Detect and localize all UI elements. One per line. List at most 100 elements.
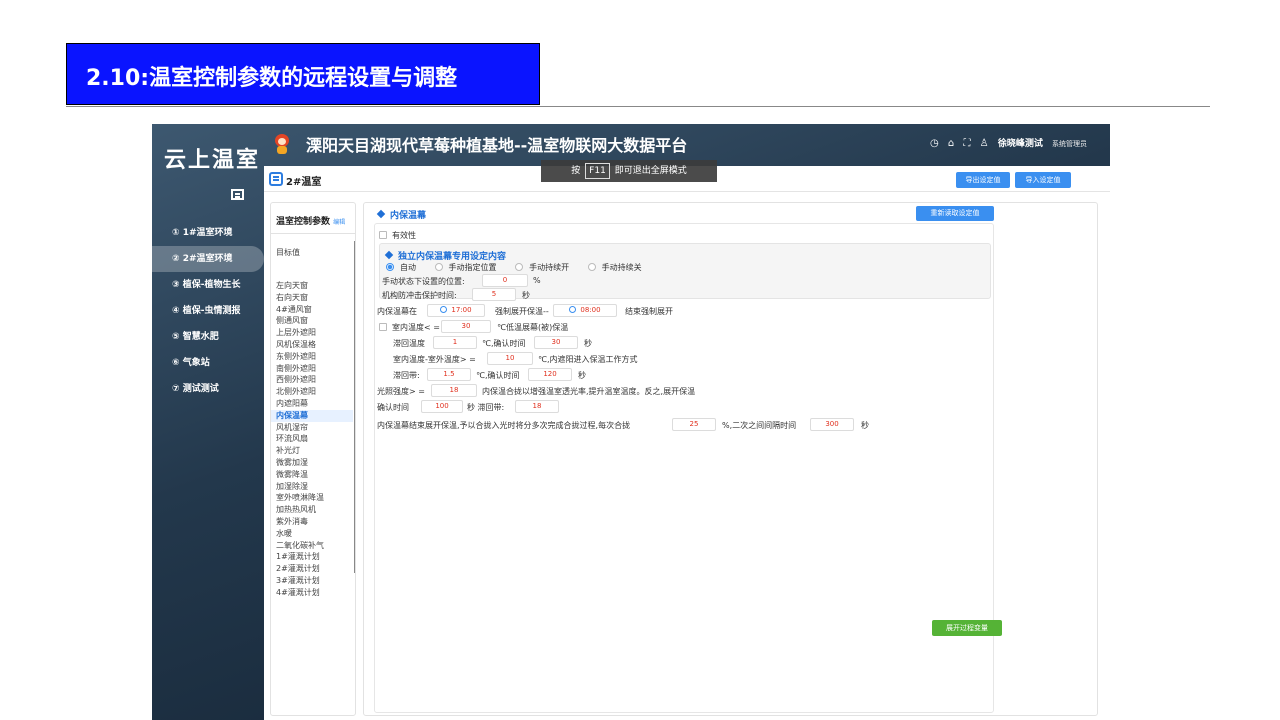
low-temp-label: 室内温度< = <box>392 323 440 332</box>
band-input[interactable]: 1.5 <box>427 368 471 381</box>
home-icon[interactable]: ⌂ <box>948 138 954 149</box>
params-list-item[interactable]: 室外喷淋降温 <box>271 492 353 504</box>
params-list-item[interactable]: 右向天窗 <box>271 292 353 304</box>
params-list-item[interactable]: 东侧外遮阳 <box>271 351 353 363</box>
mode-manual-position-radio[interactable] <box>434 263 443 271</box>
mode-manual-position-label[interactable]: 手动指定位置 <box>449 263 497 272</box>
target-value-label[interactable]: 目标值 <box>276 247 300 258</box>
anti-impact-label: 机构防冲击保护时间: <box>382 291 457 300</box>
low-temp-input[interactable]: 30 <box>441 320 491 333</box>
mode-radio-group: 自动 手动指定位置 手动持续开 手动持续关 <box>386 262 658 273</box>
mode-manual-close-radio[interactable] <box>587 263 596 271</box>
validity-row: 有效性 <box>379 230 416 241</box>
light-input[interactable]: 18 <box>431 384 477 397</box>
params-list-item[interactable]: 左向天窗 <box>271 280 353 292</box>
manual-position-unit: % <box>533 276 541 285</box>
diff-temp-suffix: ℃,内遮阳进入保温工作方式 <box>538 355 638 364</box>
sidebar-item-weather-station[interactable]: ⑥ 气象站 <box>152 350 264 376</box>
reread-settings-button[interactable]: 重新读取设定值 <box>916 206 994 221</box>
hyst-temp-input[interactable]: 1 <box>433 336 477 349</box>
mode-manual-open-radio[interactable] <box>515 263 524 271</box>
params-list-item[interactable]: 紫外消毒 <box>271 516 353 528</box>
fullscreen-icon[interactable]: ⛶ <box>963 138 970 149</box>
band-suffix: ℃,确认时间 <box>476 371 520 380</box>
greenhouse-icon <box>269 172 283 186</box>
mode-auto-label[interactable]: 自动 <box>400 263 416 272</box>
app-window: 云上温室 ① 1#温室环境 ② 2#温室环境 ③ 植保-植物生长 ④ 植保-虫情… <box>152 124 1110 720</box>
anti-impact-input[interactable]: 5 <box>472 288 516 301</box>
params-scrollbar[interactable] <box>354 241 355 573</box>
sidebar-item-greenhouse-1[interactable]: ① 1#温室环境 <box>152 220 264 246</box>
export-settings-button[interactable]: 导出设定值 <box>956 172 1010 188</box>
user-icon[interactable]: ♙ <box>980 138 989 149</box>
params-list-item[interactable]: 补光灯 <box>271 445 353 457</box>
params-list-item[interactable]: 4#灌溉计划 <box>271 587 353 599</box>
schedule-label-1: 内保温幕在 <box>377 307 417 316</box>
params-list-item[interactable]: 二氧化碳补气 <box>271 540 353 552</box>
expand-process-vars-button[interactable]: 展开过程变量 <box>932 620 1002 636</box>
params-list-item[interactable]: 微雾加湿 <box>271 457 353 469</box>
params-list-item[interactable]: 2#灌溉计划 <box>271 563 353 575</box>
sidebar-item-test[interactable]: ⑦ 测试测试 <box>152 376 264 402</box>
params-list-item[interactable]: 北侧外遮阳 <box>271 386 353 398</box>
staged-interval-input[interactable]: 300 <box>810 418 854 431</box>
start-time-value: 17:00 <box>451 306 472 314</box>
params-list-item[interactable]: 加热热风机 <box>271 504 353 516</box>
mode-manual-close-label[interactable]: 手动持续关 <box>602 263 642 272</box>
params-list-item[interactable]: 3#灌溉计划 <box>271 575 353 587</box>
params-list-item[interactable]: 侧通风窗 <box>271 315 353 327</box>
light-band-input[interactable]: 18 <box>515 400 559 413</box>
diff-temp-input[interactable]: 10 <box>487 352 533 365</box>
params-list-item[interactable]: 风机湿帘 <box>271 422 353 434</box>
light-confirm-input[interactable]: 100 <box>421 400 463 413</box>
sidebar-collapse-icon[interactable] <box>231 189 244 200</box>
params-list-item[interactable]: 西侧外遮阳 <box>271 374 353 386</box>
sidebar-item-plant-growth[interactable]: ③ 植保-植物生长 <box>152 272 264 298</box>
params-list-item[interactable]: 上层外遮阳 <box>271 327 353 339</box>
greenhouse-title: 2#温室 <box>286 177 322 188</box>
clock-icon[interactable]: ◷ <box>930 138 939 149</box>
params-list-item[interactable]: 内保温幕 <box>271 409 353 422</box>
sidebar-item-fertigation[interactable]: ⑤ 智慧水肥 <box>152 324 264 350</box>
edit-link[interactable]: 编辑 <box>333 219 345 226</box>
user-name[interactable]: 徐晓峰测试 <box>998 139 1043 149</box>
low-temp-confirm-input[interactable]: 30 <box>534 336 578 349</box>
diff-temp-confirm-input[interactable]: 120 <box>528 368 572 381</box>
sidebar-item-pest-report[interactable]: ④ 植保-虫情测报 <box>152 298 264 324</box>
low-temp-row: 室内温度< = <box>379 322 440 333</box>
hyst-temp-suffix: ℃,确认时间 <box>482 339 526 348</box>
low-temp-confirm-unit: 秒 <box>584 339 592 348</box>
params-list-item[interactable]: 风机保温格 <box>271 339 353 351</box>
params-list-item[interactable]: 微雾降温 <box>271 469 353 481</box>
params-list-item[interactable]: 南侧外遮阳 <box>271 363 353 375</box>
main-panel: 2#温室 导出设定值 导入设定值 温室控制参数 编辑 目标值 左向天窗 右向天窗 4… <box>264 166 1110 720</box>
params-list-item[interactable]: 环流风扇 <box>271 433 353 445</box>
end-time-picker[interactable]: 08:00 <box>553 304 617 317</box>
start-time-picker[interactable]: 17:00 <box>427 304 485 317</box>
manual-position-label: 手动状态下设置的位置: <box>382 277 465 286</box>
import-settings-button[interactable]: 导入设定值 <box>1015 172 1071 188</box>
mode-manual-open-label[interactable]: 手动持续开 <box>529 263 569 272</box>
params-list-item[interactable]: 水暖 <box>271 528 353 540</box>
user-role: 系统管理员 <box>1052 140 1088 148</box>
params-list-item[interactable]: 1#灌溉计划 <box>271 551 353 563</box>
sidebar: 云上温室 ① 1#温室环境 ② 2#温室环境 ③ 植保-植物生长 ④ 植保-虫情… <box>152 124 264 720</box>
low-temp-checkbox[interactable] <box>379 323 387 331</box>
section-title-text: 内保温幕 <box>390 211 427 221</box>
sidebar-item-greenhouse-2[interactable]: ② 2#温室环境 <box>152 246 264 272</box>
validity-checkbox[interactable] <box>379 231 387 239</box>
slide-divider <box>66 106 1210 107</box>
params-list-item[interactable]: 内遮阳幕 <box>271 398 353 410</box>
mode-auto-radio[interactable] <box>386 263 394 271</box>
end-time-value: 08:00 <box>580 306 601 314</box>
mascot-logo-icon <box>274 134 290 154</box>
params-list-item[interactable]: 加湿除湿 <box>271 481 353 493</box>
clock-icon <box>569 306 577 313</box>
params-list-item[interactable]: 4#通风窗 <box>271 304 353 316</box>
schedule-label-3: 结束强制展开 <box>625 307 673 316</box>
clock-icon <box>440 306 448 313</box>
manual-position-input[interactable]: 0 <box>482 274 528 287</box>
light-confirm-label: 确认时间 <box>377 403 409 412</box>
fullscreen-exit-hint: 按 F11 即可退出全屏模式 <box>541 160 717 182</box>
staged-step-input[interactable]: 25 <box>672 418 716 431</box>
